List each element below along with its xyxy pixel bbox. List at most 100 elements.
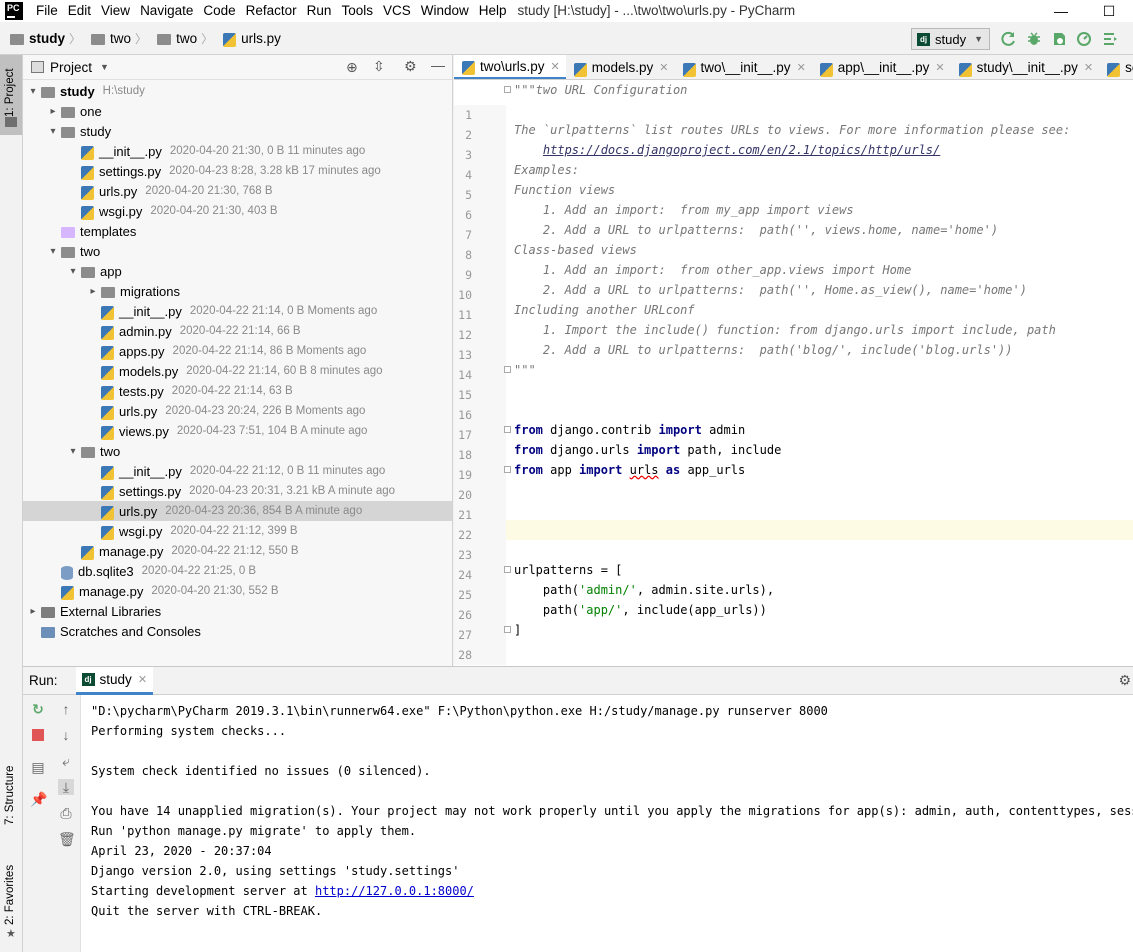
run-tab-study[interactable]: dj study ✕ <box>75 666 154 695</box>
rerun-icon[interactable]: ↻ <box>30 701 46 717</box>
close-icon[interactable]: ✕ <box>138 673 147 686</box>
menu-window[interactable]: Window <box>416 0 474 22</box>
tree-item[interactable]: __init__.py 2020-04-20 21:30, 0 B 11 minu… <box>23 141 452 161</box>
breadcrumb-two[interactable]: two 〉 <box>91 30 153 47</box>
breadcrumb-urls[interactable]: urls.py <box>223 31 281 47</box>
debug-icon[interactable] <box>1026 31 1042 47</box>
fold-marker-icon[interactable] <box>504 86 511 93</box>
fold-marker-icon[interactable] <box>504 366 511 373</box>
menu-refactor[interactable]: Refactor <box>241 0 302 22</box>
tree-item[interactable]: models.py 2020-04-22 21:14, 60 B 8 minute… <box>23 361 452 381</box>
tree-item[interactable]: views.py 2020-04-23 7:51, 104 B A minute … <box>23 421 452 441</box>
tree-item[interactable]: ▸ one <box>23 101 452 121</box>
tree-item[interactable]: admin.py 2020-04-22 21:14, 66 B <box>23 321 452 341</box>
chevron-down-icon[interactable]: ▾ <box>45 126 61 137</box>
tree-item[interactable]: templates <box>23 221 452 241</box>
menu-navigate[interactable]: Navigate <box>135 0 198 22</box>
soft-wrap-icon[interactable]: ⤶ <box>58 753 74 769</box>
print-icon[interactable]: ⎙ <box>58 805 74 821</box>
favorites-tool-tab[interactable]: 2: Favorites ★ <box>0 855 22 945</box>
tab-app-init[interactable]: app\__init__.py ✕ <box>812 55 951 79</box>
tree-item[interactable]: wsgi.py 2020-04-20 21:30, 403 B <box>23 201 452 221</box>
breadcrumb-two-inner[interactable]: two 〉 <box>157 30 219 47</box>
code-area[interactable]: 1 2 3 4 5 6 7 8 9 10 11 12 13 14 15 16 17 18 19 20 21 22 23 24 2… <box>454 80 1133 665</box>
maximize-button[interactable]: ☐ <box>1085 0 1133 22</box>
hide-icon[interactable]: — <box>431 57 445 73</box>
tree-item[interactable]: tests.py 2020-04-22 21:14, 63 B <box>23 381 452 401</box>
arrow-up-icon[interactable]: ↑ <box>58 701 74 717</box>
collapse-all-icon[interactable]: ⇳ <box>373 58 385 75</box>
tree-item[interactable]: wsgi.py 2020-04-22 21:12, 399 B <box>23 521 452 541</box>
menu-run[interactable]: Run <box>302 0 337 22</box>
tab-study-init[interactable]: study\__init__.py ✕ <box>951 55 1100 79</box>
chevron-right-icon[interactable]: ▸ <box>45 106 61 117</box>
menu-file[interactable]: File <box>31 0 63 22</box>
close-icon[interactable]: ✕ <box>659 61 668 74</box>
tree-item[interactable]: ▾ two <box>23 441 452 461</box>
tab-two-urls[interactable]: two\urls.py ✕ <box>454 55 566 79</box>
trash-icon[interactable]: 🗑 <box>58 831 76 847</box>
chevron-down-icon[interactable]: ▼ <box>100 62 109 72</box>
structure-tool-tab[interactable]: 7: Structure <box>0 755 22 845</box>
tree-item[interactable]: ▾ study <box>23 121 452 141</box>
tree-item[interactable]: urls.py 2020-04-23 20:24, 226 B Moments a… <box>23 401 452 421</box>
menu-tools[interactable]: Tools <box>336 0 378 22</box>
close-icon[interactable]: ✕ <box>551 60 560 73</box>
server-url-link[interactable]: http://127.0.0.1:8000/ <box>315 884 474 898</box>
chevron-down-icon[interactable]: ▾ <box>65 266 81 277</box>
pin-icon[interactable]: 📌 <box>30 791 47 807</box>
tree-item[interactable]: db.sqlite3 2020-04-22 21:25, 0 B <box>23 561 452 581</box>
close-icon[interactable]: ✕ <box>935 61 944 74</box>
tree-item[interactable]: Scratches and Consoles <box>23 621 452 641</box>
tree-item[interactable]: ▸ migrations <box>23 281 452 301</box>
menu-view[interactable]: View <box>96 0 135 22</box>
profile-icon[interactable] <box>1076 31 1092 47</box>
breadcrumb-study[interactable]: study 〉 <box>10 30 87 47</box>
layout-icon[interactable]: ▤ <box>30 759 46 775</box>
tree-item[interactable]: __init__.py 2020-04-22 21:14, 0 B Moments… <box>23 301 452 321</box>
close-icon[interactable]: ✕ <box>797 61 806 74</box>
rerun-icon[interactable] <box>1001 31 1017 47</box>
coverage-icon[interactable] <box>1051 31 1067 47</box>
fold-marker-icon[interactable] <box>504 566 511 573</box>
menu-code[interactable]: Code <box>198 0 240 22</box>
tree-item[interactable]: ▸ External Libraries <box>23 601 452 621</box>
menu-vcs[interactable]: VCS <box>378 0 416 22</box>
tree-item[interactable]: urls.py 2020-04-20 21:30, 768 B <box>23 181 452 201</box>
tree-item[interactable]: manage.py 2020-04-20 21:30, 552 B <box>23 581 452 601</box>
tab-settings[interactable]: set <box>1099 55 1133 79</box>
gear-icon[interactable]: ⚙ <box>404 58 417 75</box>
chevron-down-icon[interactable]: ▾ <box>65 446 81 457</box>
tree-item[interactable]: ▾ app <box>23 261 452 281</box>
tree-item[interactable]: settings.py 2020-04-23 8:28, 3.28 kB 17 m… <box>23 161 452 181</box>
project-tool-tab[interactable]: 1: Project <box>0 55 22 135</box>
gear-icon[interactable]: ⚙ <box>1118 672 1131 689</box>
chevron-down-icon[interactable]: ▾ <box>25 86 41 97</box>
chevron-right-icon[interactable]: ▸ <box>25 606 41 617</box>
locate-icon[interactable]: ⊕ <box>346 59 358 76</box>
tree-item[interactable]: ▾ two <box>23 241 452 261</box>
menu-help[interactable]: Help <box>474 0 512 22</box>
minimize-button[interactable]: — <box>1037 0 1085 22</box>
chevron-down-icon[interactable]: ▾ <box>45 246 61 257</box>
tree-item[interactable]: urls.py 2020-04-23 20:36, 854 B A minute … <box>23 501 452 521</box>
tree-item[interactable]: __init__.py 2020-04-22 21:12, 0 B 11 minu… <box>23 461 452 481</box>
fold-marker-icon[interactable] <box>504 466 511 473</box>
arrow-down-icon[interactable]: ↓ <box>58 727 74 743</box>
menu-edit[interactable]: Edit <box>63 0 96 22</box>
tree-item[interactable]: apps.py 2020-04-22 21:14, 86 B Moments ag… <box>23 341 452 361</box>
tab-models[interactable]: models.py ✕ <box>566 55 675 79</box>
tab-two-init[interactable]: two\__init__.py ✕ <box>675 55 812 79</box>
tree-item[interactable]: ▾ study H:\study <box>23 81 452 101</box>
project-view-select[interactable]: Project <box>50 60 92 75</box>
scroll-to-end-icon[interactable]: ⤓ <box>58 779 74 795</box>
run-configuration-select[interactable]: dj study ▼ <box>911 28 990 50</box>
close-icon[interactable]: ✕ <box>1084 61 1093 74</box>
chevron-right-icon[interactable]: ▸ <box>85 286 101 297</box>
tree-item[interactable]: manage.py 2020-04-22 21:12, 550 B <box>23 541 452 561</box>
fold-marker-icon[interactable] <box>504 626 511 633</box>
fold-marker-icon[interactable] <box>504 426 511 433</box>
stop-icon[interactable] <box>32 729 44 741</box>
tree-item[interactable]: settings.py 2020-04-23 20:31, 3.21 kB A m… <box>23 481 452 501</box>
run-concurrency-icon[interactable] <box>1102 31 1118 47</box>
